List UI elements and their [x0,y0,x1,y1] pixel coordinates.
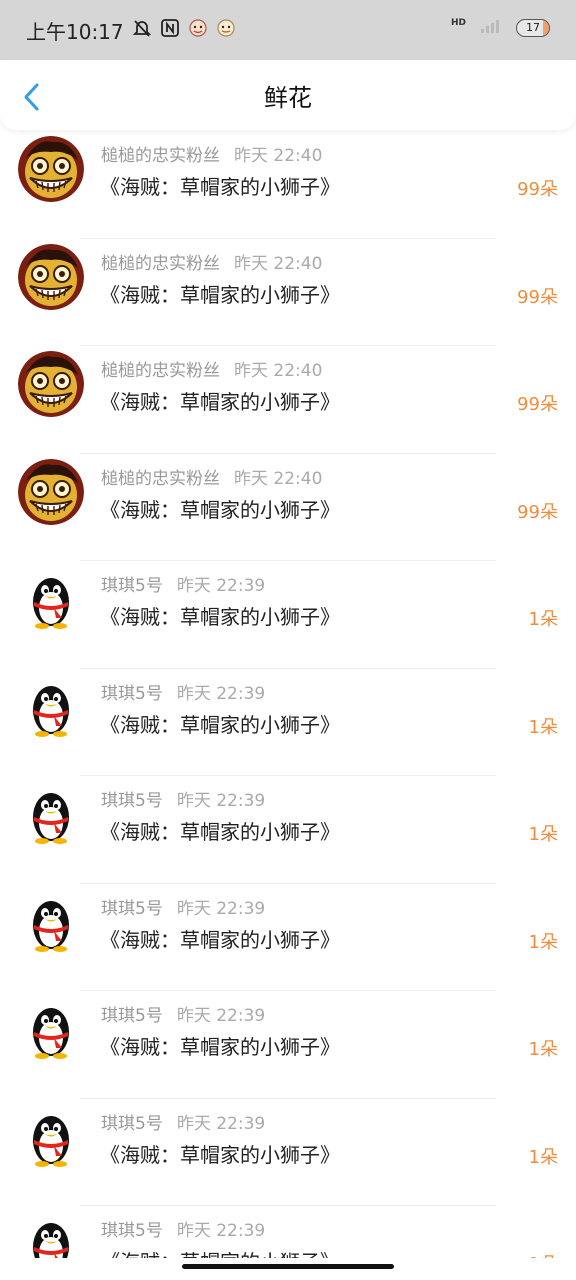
sender-name: 琪琪5号 昨天 22:39 [101,1221,266,1241]
luffy-avatar[interactable] [18,351,84,417]
penguin-avatar[interactable] [18,566,84,632]
sender-name: 槌槌的忠实粉丝 昨天 22:40 [101,361,323,381]
hd-indicator: HD [450,18,466,28]
list-item[interactable]: 槌槌的忠实粉丝 昨天 22:40 《海贼：草帽家的小狮子》 99朵 [0,131,576,239]
penguin-avatar[interactable] [18,781,84,847]
list-item[interactable]: 琪琪5号昨天 22:39 《海贼：草帽家的小狮子》 1朵 [0,1206,576,1258]
send-time: 昨天 22:39 [176,791,266,811]
list-item[interactable]: 琪琪5号昨天 22:39 《海贼：草帽家的小狮子》 1朵 [0,884,576,991]
list-item[interactable]: 琪琪5号昨天 22:39 《海贼：草帽家的小狮子》 1朵 [0,991,576,1099]
penguin-avatar[interactable] [18,673,84,740]
penguin-avatar[interactable] [18,888,84,955]
list-item[interactable]: 槌槌的忠实粉丝 昨天 22:40 《海贼：草帽家的小狮子》 99朵 [0,454,576,561]
send-time: 昨天 22:39 [176,576,266,596]
list-item[interactable]: 槌槌的忠实粉丝 昨天 22:40 《海贼：草帽家的小狮子》 99朵 [0,346,576,454]
status-time: 上午10:17 [26,19,124,44]
sender-name: 琪琪5号 昨天 22:39 [101,683,266,704]
sender-name: 琪琪5号 昨天 22:39 [101,1113,266,1134]
status-bar: 上午10:17 HD 17 [0,0,576,60]
penguin-avatar[interactable] [18,996,84,1062]
send-time: 昨天 22:40 [234,146,323,166]
book-title: 《海贼：草帽家的小狮子》 [100,390,340,414]
penguin-avatar[interactable] [18,1103,84,1170]
sender-name: 槌槌的忠实粉丝 昨天 22:40 [101,146,323,166]
book-title: 《海贼：草帽家的小狮子》 [100,1142,340,1167]
page-title: 鲜花 [264,83,312,112]
nav-bar: 鲜花 [0,60,576,130]
book-title: 《海贼：草帽家的小狮子》 [100,1246,340,1258]
flower-count: 1朵 [529,1250,558,1258]
flower-count: 99朵 [517,286,558,308]
luffy-avatar[interactable] [18,458,84,525]
list-item[interactable]: 琪琪5号昨天 22:39 《海贼：草帽家的小狮子》 1朵 [0,669,576,776]
send-time: 昨天 22:40 [234,361,323,381]
flower-count: 1朵 [528,1146,558,1168]
sender-name: 槌槌的忠实粉丝 昨天 22:40 [101,253,323,274]
battery-indicator: 17 [516,19,550,37]
send-time: 昨天 22:39 [176,1006,266,1026]
list-item[interactable]: 槌槌的忠实粉丝 昨天 22:40 《海贼：草帽家的小狮子》 99朵 [0,239,576,346]
flower-count: 1朵 [528,931,558,953]
flower-count: 1朵 [528,609,558,630]
sender-name: 琪琪5号 昨天 22:39 [101,1006,266,1026]
home-indicator[interactable] [182,1264,394,1269]
flower-count: 1朵 [528,1039,558,1060]
send-time: 昨天 22:39 [176,1113,266,1134]
sender-name: 琪琪5号 昨天 22:39 [101,576,266,596]
chevron-left-icon [24,83,39,111]
flower-count: 99朵 [517,501,558,523]
app-notification-icon [216,18,236,42]
signal-icon [480,18,502,38]
app-notification-icon [188,18,208,42]
book-title: 《海贼：草帽家的小狮子》 [100,282,340,307]
book-title: 《海贼：草帽家的小狮子》 [100,712,340,737]
send-time: 昨天 22:39 [176,898,266,919]
flower-count: 1朵 [528,716,558,738]
mute-bell-icon [132,18,152,42]
back-button[interactable] [20,82,46,112]
list-item[interactable]: 琪琪5号昨天 22:39 《海贼：草帽家的小狮子》 1朵 [0,776,576,884]
send-time: 昨天 22:40 [234,468,323,489]
send-time: 昨天 22:39 [176,1221,266,1241]
book-title: 《海贼：草帽家的小狮子》 [100,820,340,844]
book-title: 《海贼：草帽家的小狮子》 [100,927,340,952]
book-title: 《海贼：草帽家的小狮子》 [100,1035,340,1059]
luffy-avatar[interactable] [18,136,84,202]
book-title: 《海贼：草帽家的小狮子》 [100,605,340,629]
sender-name: 琪琪5号 昨天 22:39 [101,791,266,811]
nfc-icon [160,18,180,42]
send-time: 昨天 22:39 [176,683,266,704]
sender-name: 槌槌的忠实粉丝 昨天 22:40 [101,468,323,489]
flower-list: 槌槌的忠实粉丝 昨天 22:40 《海贼：草帽家的小狮子》 99朵 槌槌的忠实粉丝… [0,131,576,1258]
luffy-avatar[interactable] [18,243,84,310]
flower-count: 99朵 [517,394,558,415]
book-title: 《海贼：草帽家的小狮子》 [100,175,340,199]
battery-level: 17 [526,21,540,34]
send-time: 昨天 22:40 [234,253,323,274]
flower-count: 1朵 [528,824,558,845]
penguin-avatar[interactable] [18,1211,84,1258]
flower-count: 99朵 [517,179,558,200]
book-title: 《海贼：草帽家的小狮子》 [100,497,340,522]
sender-name: 琪琪5号 昨天 22:39 [101,898,266,919]
list-item[interactable]: 琪琪5号昨天 22:39 《海贼：草帽家的小狮子》 1朵 [0,1099,576,1206]
list-item[interactable]: 琪琪5号昨天 22:39 《海贼：草帽家的小狮子》 1朵 [0,561,576,669]
